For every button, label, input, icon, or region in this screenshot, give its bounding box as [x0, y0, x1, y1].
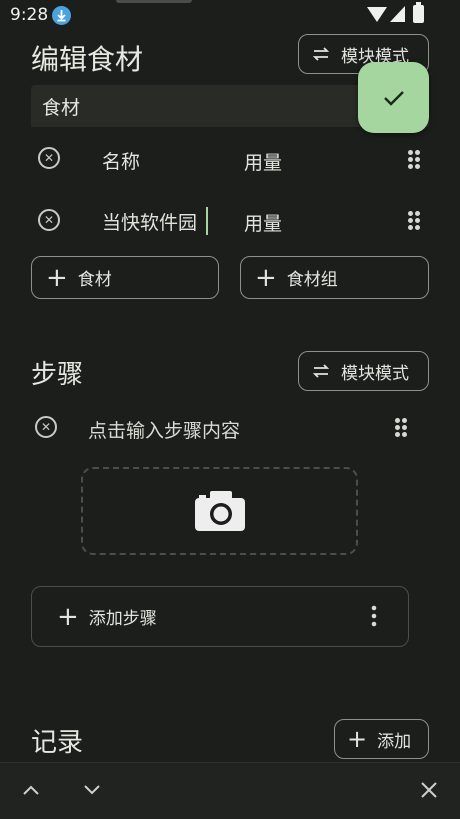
plus-icon: + — [46, 262, 68, 293]
ingredient-amount-input[interactable]: 用量 — [244, 148, 282, 175]
add-record-button[interactable]: + 添加 — [334, 719, 429, 759]
steps-title: 步骤 — [31, 360, 84, 390]
ingredient-name-input[interactable]: 名称 — [102, 147, 140, 174]
signal-icon — [390, 6, 405, 22]
records-title: 记录 — [31, 728, 84, 758]
save-fab[interactable] — [358, 62, 429, 133]
add-ingredient-button[interactable]: + 食材 — [31, 256, 219, 299]
chevron-up-icon[interactable] — [21, 783, 41, 797]
close-icon[interactable] — [420, 781, 438, 799]
remove-icon[interactable]: ✕ — [35, 416, 57, 438]
add-record-label: 添加 — [377, 731, 412, 752]
check-icon — [383, 90, 404, 106]
step-image-picker[interactable] — [81, 467, 358, 555]
steps-mode-button[interactable]: 模块模式 — [298, 351, 429, 391]
status-bar: 9:28 — [0, 0, 460, 30]
ingredient-name-input[interactable]: 当快软件园 — [102, 208, 197, 235]
add-step-button[interactable]: + 添加步骤 — [31, 586, 409, 647]
add-group-button[interactable]: + 食材组 — [240, 256, 429, 299]
add-ingredient-label: 食材 — [77, 270, 112, 290]
ingredient-section-value: 食材 — [42, 96, 81, 119]
drag-handle-icon[interactable] — [408, 150, 420, 170]
add-step-label: 添加步骤 — [88, 609, 157, 629]
chevron-down-icon[interactable] — [82, 783, 102, 797]
page-title: 编辑食材 — [31, 43, 144, 76]
ingredient-amount-input[interactable]: 用量 — [244, 209, 282, 236]
keyboard-toolbar — [0, 762, 460, 819]
plus-icon: + — [255, 262, 277, 293]
wifi-icon — [367, 7, 387, 22]
plus-icon: + — [57, 601, 79, 632]
step-content-input[interactable]: 点击输入步骤内容 — [88, 416, 240, 443]
battery-icon — [413, 2, 424, 23]
remove-icon[interactable]: ✕ — [38, 147, 60, 169]
camera-icon — [195, 491, 245, 531]
drag-handle-icon[interactable] — [408, 211, 420, 231]
camera-notch — [116, 0, 192, 3]
status-time: 9:28 — [10, 5, 49, 25]
swap-icon — [311, 362, 331, 380]
add-group-label: 食材组 — [286, 270, 338, 290]
download-icon — [52, 6, 71, 25]
swap-icon — [311, 45, 331, 63]
plus-icon: + — [347, 725, 368, 753]
drag-handle-icon[interactable] — [395, 418, 407, 438]
more-vert-icon[interactable] — [368, 604, 380, 628]
text-cursor — [206, 207, 208, 235]
remove-icon[interactable]: ✕ — [38, 209, 60, 231]
steps-mode-label: 模块模式 — [341, 363, 409, 384]
